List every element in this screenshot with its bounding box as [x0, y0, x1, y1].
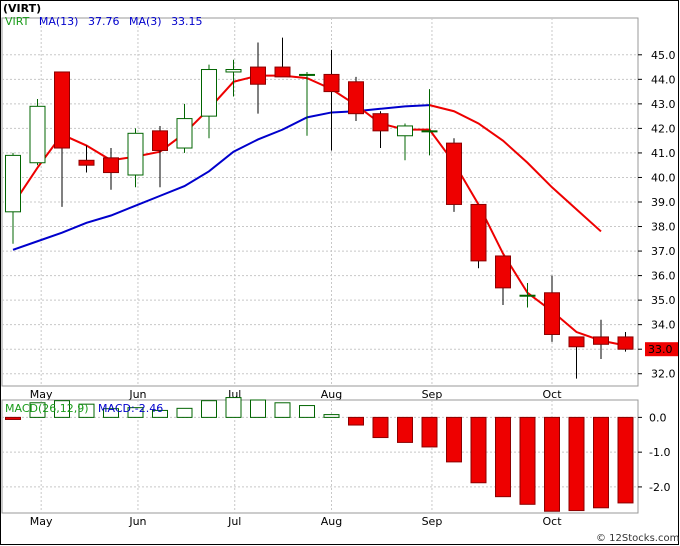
candle-body	[225, 69, 242, 73]
price-month-label: Jun	[128, 388, 146, 401]
price-month-label: Sep	[422, 388, 443, 401]
price-panel: 32.0 33.0 34.0 35.0 36.0 37.0 38.0 39.0 40.0 41.0…	[1, 2, 678, 401]
macd-bar	[568, 416, 585, 512]
candle-body	[29, 105, 46, 164]
macd-bar	[397, 416, 413, 443]
candle-body	[323, 73, 340, 93]
macd-bar	[274, 402, 291, 418]
macd-bar	[617, 416, 634, 504]
candle-body	[176, 118, 193, 149]
price-tick-label: 45.0	[651, 49, 676, 62]
macd-bar	[519, 416, 536, 505]
candle-body	[372, 113, 389, 132]
last-price-label: 33.0	[648, 343, 673, 356]
macd-bar	[299, 405, 315, 418]
candle-body	[201, 69, 217, 117]
candle-body	[54, 71, 70, 149]
price-tick-label: 43.0	[651, 98, 676, 111]
price-month-label: Aug	[321, 388, 342, 401]
macd-tick-label: 0.0	[649, 411, 667, 424]
macd-month-label: Oct	[542, 515, 562, 528]
macd-tick-label: -1.0	[649, 446, 670, 459]
watermark: © 12Stocks.com	[596, 533, 679, 544]
price-tick-label: 32.0	[651, 368, 676, 381]
price-month-label: Oct	[542, 388, 562, 401]
candle-body	[274, 66, 291, 78]
macd-bar	[421, 416, 438, 448]
candle-body	[593, 336, 609, 345]
macd-bar	[446, 416, 462, 463]
candle-body	[5, 154, 21, 213]
macd-bar	[348, 416, 364, 426]
macd-indicator-legend: MACD(26,12,9) MACD:-2.46	[5, 402, 163, 415]
candle-body	[299, 73, 315, 76]
macd-month-label: Jul	[227, 515, 241, 528]
price-tick-label: 42.0	[651, 122, 676, 135]
candle-body	[103, 157, 119, 174]
price-tick-label: 39.0	[651, 196, 676, 209]
price-tick-label: 34.0	[651, 319, 676, 332]
legend-ma13-value: 37.76	[88, 15, 120, 28]
candle-body	[495, 255, 511, 289]
candle-body	[127, 132, 144, 176]
last-price-marker: 33.0	[645, 342, 678, 357]
macd-bar	[323, 414, 340, 418]
price-tick-label: 36.0	[651, 270, 676, 283]
price-month-label: May	[30, 388, 53, 401]
stock-chart: 32.0 33.0 34.0 35.0 36.0 37.0 38.0 39.0 40.0 41.0…	[0, 0, 679, 545]
macd-month-label: May	[30, 515, 53, 528]
candle-body	[544, 292, 560, 335]
macd-tick-label: -2.0	[649, 481, 670, 494]
price-tick-label: 38.0	[651, 221, 676, 234]
candle-body	[250, 66, 266, 85]
price-tick-label: 35.0	[651, 294, 676, 307]
macd-bar	[5, 416, 21, 420]
price-tick-label: 40.0	[651, 171, 676, 184]
chart-title: (VIRT)	[3, 2, 41, 15]
candle-body	[152, 130, 168, 151]
legend-ma13: MA(13)	[39, 15, 79, 28]
legend-macd-value: MACD:-2.46	[98, 402, 163, 415]
candle-body	[617, 336, 634, 350]
legend-ma3-value: 33.15	[171, 15, 203, 28]
macd-bar	[225, 397, 242, 418]
macd-bar	[495, 416, 511, 498]
macd-bar	[593, 416, 609, 509]
macd-month-label: Sep	[422, 515, 443, 528]
macd-month-label: Jun	[128, 515, 146, 528]
macd-bar	[250, 399, 266, 418]
macd-bar	[176, 407, 193, 418]
macd-bar	[470, 416, 487, 484]
candle-body	[421, 130, 438, 133]
candle-body	[78, 159, 95, 166]
price-tick-label: 41.0	[651, 147, 676, 160]
price-tick-label: 44.0	[651, 73, 676, 86]
candle-body	[348, 81, 364, 115]
macd-bar	[201, 400, 217, 418]
legend-ma3: MA(3)	[129, 15, 162, 28]
legend-symbol: VIRT	[5, 15, 30, 28]
macd-month-label: Aug	[321, 515, 342, 528]
candle-body	[397, 125, 413, 137]
macd-bar	[544, 416, 560, 512]
macd-bar	[372, 416, 389, 439]
candle-body	[470, 203, 487, 262]
price-tick-label: 37.0	[651, 245, 676, 258]
candle-body	[519, 294, 536, 297]
candle-body	[446, 142, 462, 205]
candle-body	[568, 336, 585, 348]
macd-panel: 0.0 -1.0 -2.0 May Jun Jul Aug Sep Oct MACD(26,1…	[1, 397, 670, 528]
legend-macd: MACD(26,12,9)	[5, 402, 89, 415]
